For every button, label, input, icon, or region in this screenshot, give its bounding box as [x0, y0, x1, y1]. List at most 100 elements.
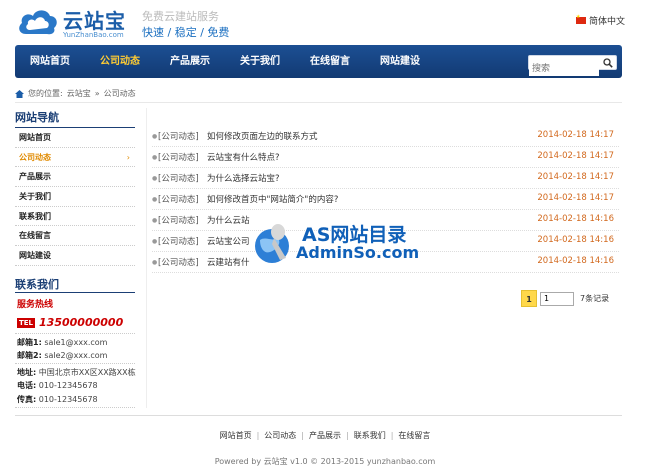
sidebar-item-message[interactable]: 在线留言 — [15, 226, 135, 247]
fax-value: 010-12345678 — [38, 395, 98, 404]
phone-label: 电话: — [17, 381, 37, 390]
email2: 邮箱2: sale2@xxx.com — [17, 350, 107, 361]
breadcrumb-prefix: 您的位置: — [28, 89, 63, 98]
bullet-icon: ● — [152, 154, 158, 161]
article-date: 2014-02-18 14:16 — [537, 235, 614, 245]
bullet-icon: ● — [152, 259, 158, 266]
bullet-icon: ● — [152, 238, 158, 245]
breadcrumb-current[interactable]: 公司动态 — [104, 88, 136, 99]
phone: 电话: 010-12345678 — [17, 380, 98, 391]
nav-item-news[interactable]: 公司动态 — [92, 45, 148, 78]
site-logo[interactable]: 云站宝 YunZhanBao.com — [16, 4, 136, 42]
sidebar-item-news[interactable]: 公司动态 › — [15, 148, 135, 168]
bullet-icon: ● — [152, 175, 158, 182]
article-date: 2014-02-18 14:16 — [537, 256, 614, 266]
divider — [15, 292, 135, 293]
article-date: 2014-02-18 14:16 — [537, 214, 614, 224]
brand-name: 云站宝 — [63, 9, 126, 33]
sidebar-item-build[interactable]: 网站建设 — [15, 246, 135, 266]
chevron-right-icon: › — [126, 152, 130, 162]
article-category[interactable]: [公司动态] — [158, 172, 199, 184]
sidebar-item-contact[interactable]: 联系我们 — [15, 207, 135, 227]
copyright: Powered by 云站宝 v1.0 © 2013-2015 yunzhanb… — [214, 457, 436, 466]
language-label: 简体中文 — [589, 17, 626, 27]
email1-value[interactable]: sale1@xxx.com — [44, 338, 107, 347]
language-switch[interactable]: 简体中文 — [576, 14, 625, 27]
slogan: 快速 / 稳定 / 免费 — [142, 26, 230, 39]
column-divider — [146, 108, 147, 408]
breadcrumb-separator: » — [94, 89, 100, 98]
article-category[interactable]: [公司动态] — [158, 214, 199, 226]
sidebar-item-about[interactable]: 关于我们 — [15, 187, 135, 207]
article-title[interactable]: 为什么选择云站宝? — [207, 172, 280, 184]
record-count: 7条记录 — [580, 294, 610, 303]
tel-number: 13500000000 — [39, 316, 124, 329]
sidebar-item-products[interactable]: 产品展示 — [15, 167, 135, 188]
hotline-label: 服务热线 — [17, 300, 54, 310]
article-title[interactable]: 云建站有什 — [207, 256, 250, 268]
list-item: ● [公司动态] 如何修改页面左边的联系方式 2014-02-18 14:17 — [152, 126, 619, 147]
sidebar-item-label: 公司动态 — [19, 152, 51, 162]
bullet-icon: ● — [152, 133, 158, 140]
footer-link-products[interactable]: 产品展示 — [309, 431, 341, 440]
search-box — [528, 55, 617, 76]
article-title[interactable]: 云站宝有什么特点? — [207, 151, 280, 163]
footer-link-message[interactable]: 在线留言 — [398, 431, 430, 440]
address-value: 中国北京市XX区XX路XX栋 — [38, 368, 136, 377]
search-icon[interactable] — [603, 58, 613, 68]
sidebar-item-home[interactable]: 网站首页 — [15, 128, 135, 148]
divider — [15, 407, 135, 408]
divider — [15, 415, 622, 416]
article-date: 2014-02-18 14:17 — [537, 130, 614, 140]
tagline: 免费云建站服务 — [142, 10, 219, 23]
nav-item-message[interactable]: 在线留言 — [302, 45, 358, 78]
article-category[interactable]: [公司动态] — [158, 130, 199, 142]
article-title[interactable]: 如何修改首页中"网站简介"的内容? — [207, 193, 338, 205]
nav-item-about[interactable]: 关于我们 — [232, 45, 288, 78]
email2-value[interactable]: sale2@xxx.com — [44, 351, 107, 360]
nav-item-build[interactable]: 网站建设 — [372, 45, 428, 78]
page-current[interactable]: 1 — [521, 290, 537, 307]
address-label: 地址: — [17, 368, 37, 377]
list-item: ● [公司动态] 如何修改首页中"网站简介"的内容? 2014-02-18 14… — [152, 189, 619, 210]
article-date: 2014-02-18 14:17 — [537, 151, 614, 161]
divider — [15, 363, 135, 364]
article-date: 2014-02-18 14:17 — [537, 193, 614, 203]
cloud-logo-icon — [19, 10, 57, 35]
article-category[interactable]: [公司动态] — [158, 256, 199, 268]
article-title[interactable]: 如何修改页面左边的联系方式 — [207, 130, 318, 142]
tel-block: TEL 13500000000 — [17, 316, 123, 329]
list-item: ● [公司动态] 云站宝有什么特点? 2014-02-18 14:17 — [152, 147, 619, 168]
contact-title: 联系我们 — [15, 278, 59, 291]
footer-link-home[interactable]: 网站首页 — [220, 431, 252, 440]
main-nav: 网站首页 公司动态 产品展示 关于我们 在线留言 网站建设 — [15, 45, 622, 78]
nav-item-home[interactable]: 网站首页 — [22, 45, 78, 78]
address: 地址: 中国北京市XX区XX路XX栋 — [17, 367, 136, 378]
page-input[interactable] — [540, 291, 574, 306]
watermark-domain: AdminSo.com — [296, 243, 420, 262]
globe-mascot-icon — [255, 224, 289, 263]
fax-label: 传真: — [17, 395, 37, 404]
breadcrumb: 您的位置: 云站宝 » 公司动态 — [15, 88, 136, 99]
divider — [15, 102, 622, 103]
nav-item-products[interactable]: 产品展示 — [162, 45, 218, 78]
watermark: AS网站目录 AdminSo.com — [250, 218, 419, 268]
footer-link-contact[interactable]: 联系我们 — [354, 431, 386, 440]
article-category[interactable]: [公司动态] — [158, 151, 199, 163]
china-flag-icon — [576, 14, 586, 24]
article-title[interactable]: 云站宝公司 — [207, 235, 250, 247]
breadcrumb-home[interactable]: 云站宝 — [67, 88, 91, 99]
search-input[interactable] — [529, 62, 599, 76]
divider — [15, 333, 135, 334]
home-icon — [15, 89, 24, 98]
footer-link-news[interactable]: 公司动态 — [264, 431, 296, 440]
article-category[interactable]: [公司动态] — [158, 193, 199, 205]
article-title[interactable]: 为什么云站 — [207, 214, 250, 226]
list-item: ● [公司动态] 为什么选择云站宝? 2014-02-18 14:17 — [152, 168, 619, 189]
email1: 邮箱1: sale1@xxx.com — [17, 337, 107, 348]
brand-domain: YunZhanBao.com — [63, 31, 124, 39]
tel-badge: TEL — [17, 317, 36, 328]
email2-label: 邮箱2: — [17, 351, 42, 360]
footer-nav: 网站首页 | 公司动态 | 产品展示 | 联系我们 | 在线留言 — [219, 431, 431, 440]
article-category[interactable]: [公司动态] — [158, 235, 199, 247]
